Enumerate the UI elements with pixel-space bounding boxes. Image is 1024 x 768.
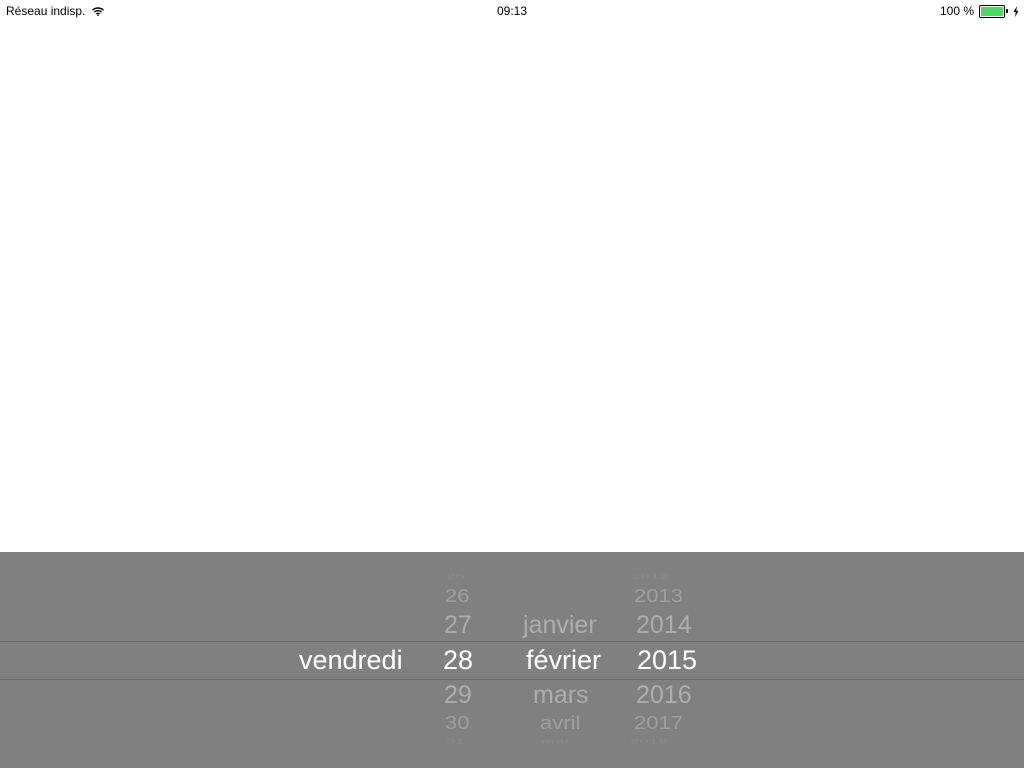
picker-day-option[interactable]: 30: [445, 713, 469, 733]
picker-day-option[interactable]: 26: [445, 586, 469, 606]
picker-month-option[interactable]: avril: [540, 713, 580, 733]
picker-day-option[interactable]: 29: [444, 683, 472, 708]
content-area: [0, 22, 1024, 552]
picker-year-option[interactable]: 2016: [636, 683, 692, 708]
status-bar: Réseau indisp. 09:13 100 %: [0, 0, 1024, 22]
battery-percent: 100 %: [939, 4, 974, 18]
charge-icon: [1013, 5, 1019, 17]
picker-year-option[interactable]: 2018: [630, 738, 668, 745]
battery-fill: [981, 6, 1003, 16]
battery-icon: [979, 4, 1008, 18]
picker-day-option[interactable]: 27: [444, 613, 472, 638]
picker-day-option[interactable]: 25: [446, 573, 465, 580]
picker-month-option[interactable]: mai: [541, 738, 568, 745]
date-picker[interactable]: vendredi 25 26 27 28 29 30 31 janvier fé…: [0, 552, 1024, 768]
picker-year-option[interactable]: 2014: [636, 613, 692, 638]
selection-line-bottom: [0, 679, 1024, 680]
selection-line-top: [0, 641, 1024, 642]
picker-month-option[interactable]: mars: [533, 683, 589, 708]
status-time: 09:13: [496, 4, 528, 18]
picker-month-option[interactable]: janvier: [523, 613, 597, 638]
status-right: 100 %: [940, 4, 1019, 18]
picker-month-selected[interactable]: février: [526, 647, 601, 674]
battery-body: [979, 4, 1005, 18]
picker-year-selected[interactable]: 2015: [637, 647, 697, 674]
picker-day-selected[interactable]: 28: [443, 647, 473, 674]
battery-tip: [1006, 9, 1008, 13]
screen: Réseau indisp. 09:13 100 % vendredi 25 2…: [0, 0, 1024, 768]
picker-year-option[interactable]: 2017: [634, 713, 683, 733]
picker-year-option[interactable]: 2013: [634, 586, 683, 606]
picker-weekday-selected[interactable]: vendredi: [299, 647, 403, 674]
picker-day-option[interactable]: 31: [446, 738, 465, 745]
picker-year-option[interactable]: 2012: [631, 573, 669, 580]
